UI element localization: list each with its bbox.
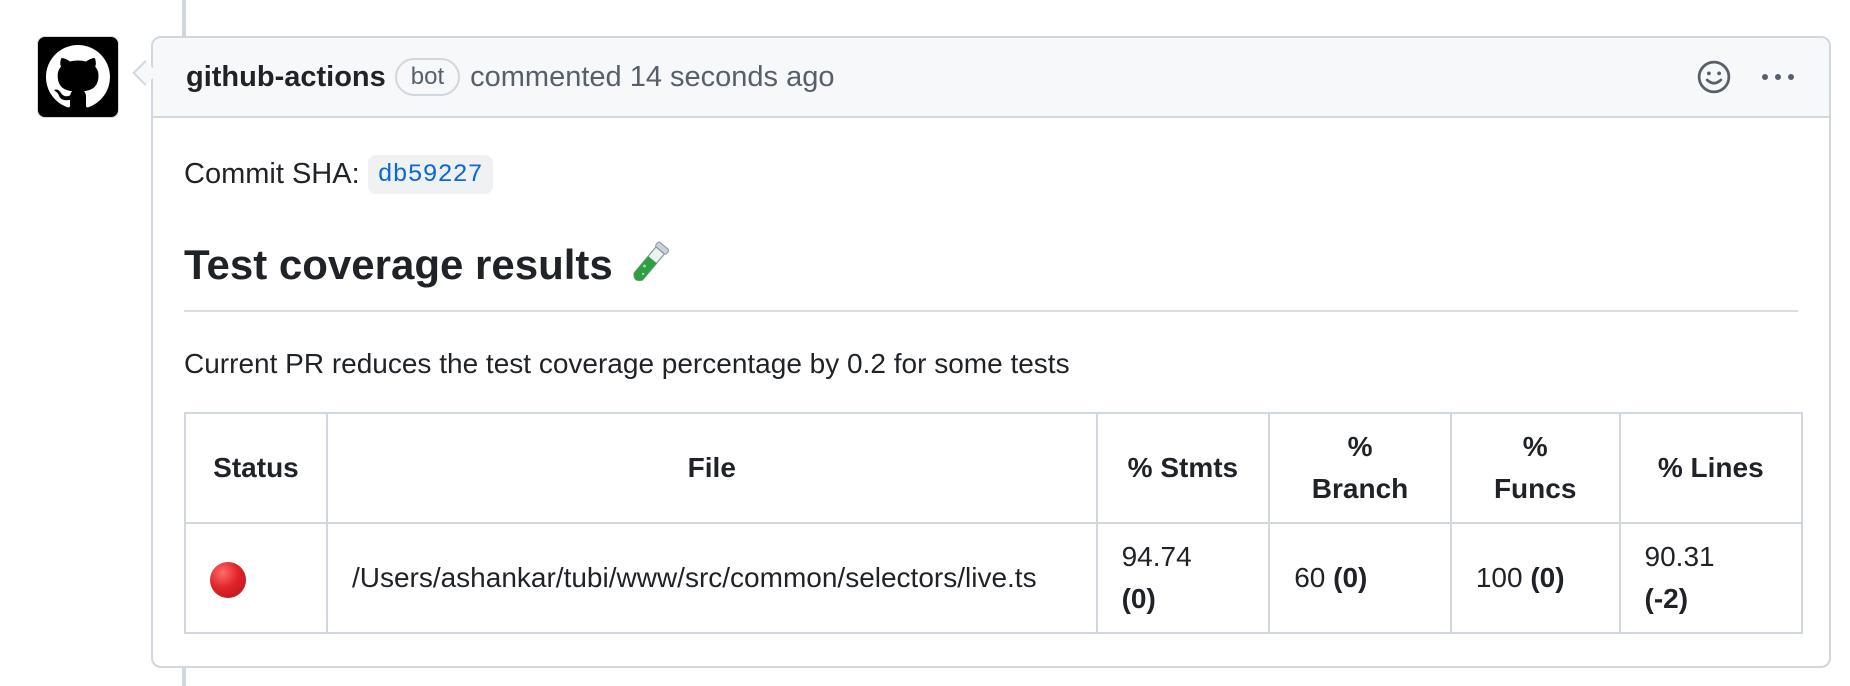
bot-badge: bot [394, 58, 461, 96]
cell-funcs: 100 (0) [1449, 522, 1621, 634]
lines-value: 90.31 [1644, 541, 1715, 572]
coverage-heading: Test coverage results [184, 238, 1798, 312]
author-name[interactable]: github-actions [186, 61, 386, 94]
page: github-actions bot commented 14 seconds … [0, 0, 1850, 686]
lines-delta: (-2) [1644, 583, 1689, 614]
coverage-table: Status File % Stmts % Branch % Funcs % L… [184, 412, 1804, 634]
comment-body: Commit SHA: db59227 Test coverage result… [153, 118, 1829, 634]
header-branch-pct: % [1347, 431, 1373, 462]
smiley-icon [1697, 60, 1731, 94]
table-header-row: Status File % Stmts % Branch % Funcs % L… [184, 412, 1804, 524]
commit-sha-link[interactable]: db59227 [367, 154, 493, 194]
cell-file: /Users/ashankar/tubi/www/src/common/sele… [325, 522, 1098, 634]
cell-status [184, 522, 328, 634]
funcs-value: 100 [1475, 562, 1523, 593]
comment-header: github-actions bot commented 14 seconds … [153, 38, 1829, 118]
stmts-value: 94.74 [1121, 541, 1192, 572]
header-branch: % Branch [1268, 412, 1452, 524]
comment-timestamp[interactable]: commented 14 seconds ago [470, 61, 834, 94]
funcs-delta: (0) [1530, 562, 1565, 593]
github-octocat-icon [46, 45, 110, 108]
red-circle-icon [210, 561, 246, 598]
author-avatar[interactable] [37, 36, 119, 118]
cell-lines: 90.31 (-2) [1618, 522, 1804, 634]
header-status: Status [184, 412, 328, 524]
add-reaction-button[interactable] [1697, 60, 1731, 94]
kebab-horizontal-icon [1762, 74, 1794, 80]
commit-line: Commit SHA: db59227 [184, 152, 1798, 196]
heading-text: Test coverage results [184, 241, 613, 288]
cell-stmts: 94.74 (0) [1095, 522, 1271, 634]
header-funcs: % Funcs [1449, 412, 1621, 524]
header-stmts: % Stmts [1095, 412, 1271, 524]
commit-label: Commit SHA: [184, 157, 360, 190]
comment-box: github-actions bot commented 14 seconds … [151, 36, 1831, 668]
header-file: File [325, 412, 1098, 524]
header-branch-word: Branch [1311, 473, 1409, 504]
comment-menu-button[interactable] [1761, 72, 1795, 82]
branch-delta: (0) [1333, 562, 1368, 593]
branch-value: 60 [1294, 562, 1326, 593]
table-row: /Users/ashankar/tubi/www/src/common/sele… [184, 522, 1804, 634]
stmts-delta: (0) [1121, 583, 1156, 614]
header-funcs-word: Funcs [1493, 473, 1577, 504]
header-funcs-pct: % [1522, 431, 1548, 462]
header-lines: % Lines [1618, 412, 1804, 524]
cell-branch: 60 (0) [1268, 522, 1452, 634]
coverage-summary: Current PR reduces the test coverage per… [184, 348, 1070, 379]
test-tube-icon [633, 241, 669, 282]
